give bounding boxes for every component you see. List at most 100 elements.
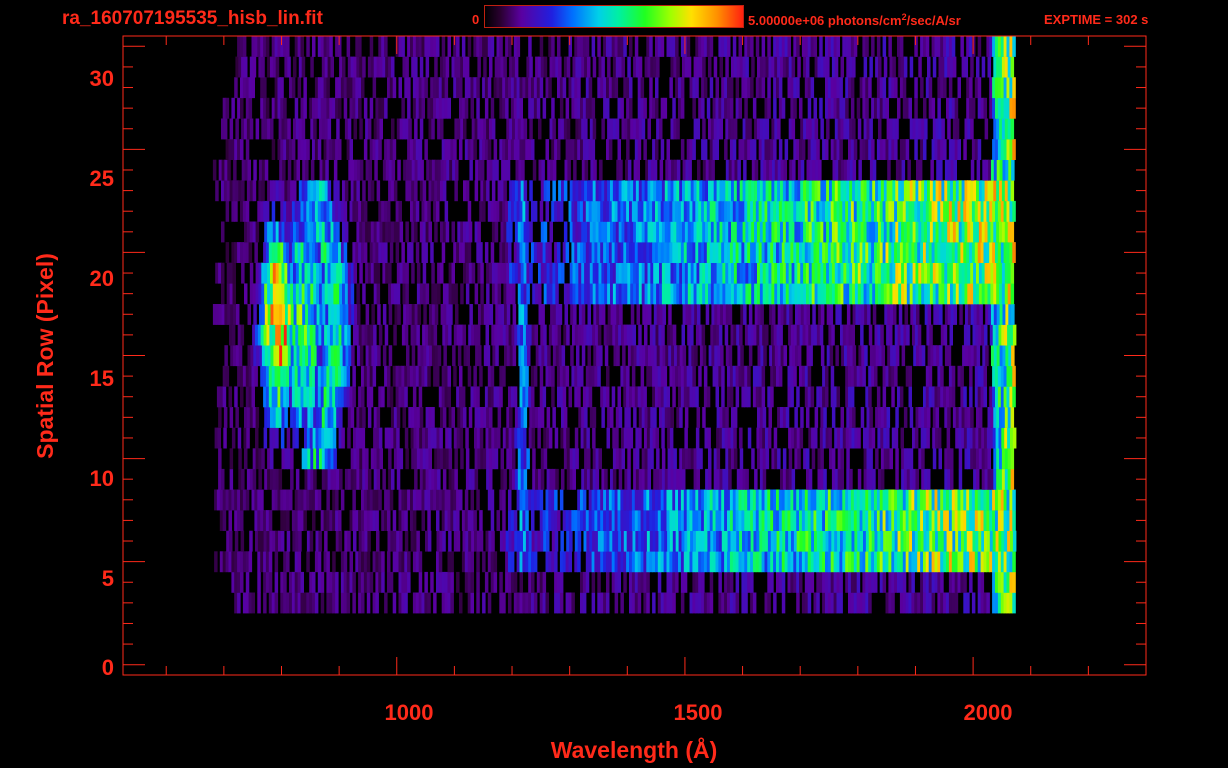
heatmap-cell [397,304,401,325]
heatmap-cell [796,592,800,614]
heatmap-cell [240,139,244,160]
heatmap-cell [814,407,819,428]
heatmap-cell [724,324,729,346]
heatmap-cell [509,407,513,428]
heatmap-cell [525,242,529,263]
heatmap-cell [696,407,700,428]
heatmap-cell [365,304,370,325]
heatmap-cell [906,324,910,346]
heatmap-cell [552,407,556,428]
heatmap-cell [300,571,304,593]
heatmap-cell [1012,551,1016,573]
heatmap-cell [549,221,553,243]
heatmap-cell [576,345,580,367]
heatmap-cell [797,345,802,367]
heatmap-cell [949,324,953,346]
heatmap-cell [963,571,967,593]
heatmap-cell [414,118,418,140]
heatmap-cell [310,159,315,181]
heatmap-cell [236,304,240,325]
heatmap-cell [494,221,499,243]
heatmap-cell [336,118,340,140]
heatmap-cell [404,592,408,614]
heatmap-cell [225,97,230,119]
heatmap-cell [1012,200,1016,222]
heatmap-cell [440,118,444,140]
heatmap-cell [680,592,685,614]
heatmap-cell [427,200,431,222]
heatmap-cell [425,283,430,305]
heatmap-cell [251,592,255,614]
heatmap-cell [927,468,931,490]
heatmap-cell [317,489,322,511]
heatmap-cell [442,180,447,202]
heatmap-cell [289,489,293,511]
heatmap-cell [958,468,963,490]
heatmap-cell [931,592,936,614]
heatmap-cell [924,118,928,140]
heatmap-cell [702,345,707,367]
heatmap-cell [346,365,351,387]
heatmap-cell [908,386,912,408]
heatmap-cell [610,407,614,428]
heatmap-cell [565,365,570,387]
heatmap-cell [655,427,659,449]
heatmap-cell [1012,571,1016,593]
heatmap-cell [826,118,830,140]
heatmap-cell [760,304,764,325]
heatmap-cell [457,345,462,367]
heatmap-cell [407,571,411,593]
heatmap-cell [378,489,382,511]
heatmap-cell [405,283,409,305]
heatmap-cell [904,304,908,325]
heatmap-cell [983,386,987,408]
heatmap-cell [249,530,253,552]
heatmap-cell [619,159,623,181]
heatmap-cell [555,468,559,490]
heatmap-cell [312,510,316,531]
heatmap-cell [306,139,310,160]
heatmap-cell [463,118,467,140]
heatmap-cell [683,571,688,593]
heatmap-cell [493,551,498,573]
heatmap-cell [370,180,375,202]
heatmap-cell [499,571,503,593]
heatmap-cell [935,407,940,428]
heatmap-cell [286,530,291,552]
heatmap-cell [338,139,342,160]
heatmap-cell [494,448,499,470]
heatmap-cell [565,242,570,263]
heatmap-cell [690,324,694,346]
heatmap-cell [398,200,402,222]
heatmap-cell [684,407,689,428]
heatmap-cell [777,118,781,140]
heatmap-cell [699,448,703,470]
heatmap-cell [559,571,564,593]
heatmap-cell [563,407,568,428]
heatmap-cell [868,592,872,614]
heatmap-cell [584,407,588,428]
heatmap-cell [561,468,565,490]
heatmap-cell [806,407,810,428]
heatmap-cell [666,386,670,408]
heatmap-cell [479,427,484,449]
heatmap-cell [1011,345,1015,367]
heatmap-cell [966,324,971,346]
heatmap-cell [523,407,528,428]
heatmap-cell [696,468,700,490]
heatmap-cell [545,200,549,222]
heatmap-cell [950,468,954,490]
heatmap-cell [369,571,374,593]
heatmap-cell [233,159,237,181]
heatmap-cell [915,468,919,490]
heatmap-cell [876,386,881,408]
heatmap-cell [606,592,610,614]
heatmap-cell [379,448,383,470]
heatmap-cell [365,448,369,470]
heatmap-cell [1010,262,1015,284]
heatmap-cell [237,592,241,614]
heatmap-cell [347,324,351,346]
heatmap-cell [462,324,466,346]
heatmap-cell [643,386,647,408]
heatmap-cell [938,448,942,470]
